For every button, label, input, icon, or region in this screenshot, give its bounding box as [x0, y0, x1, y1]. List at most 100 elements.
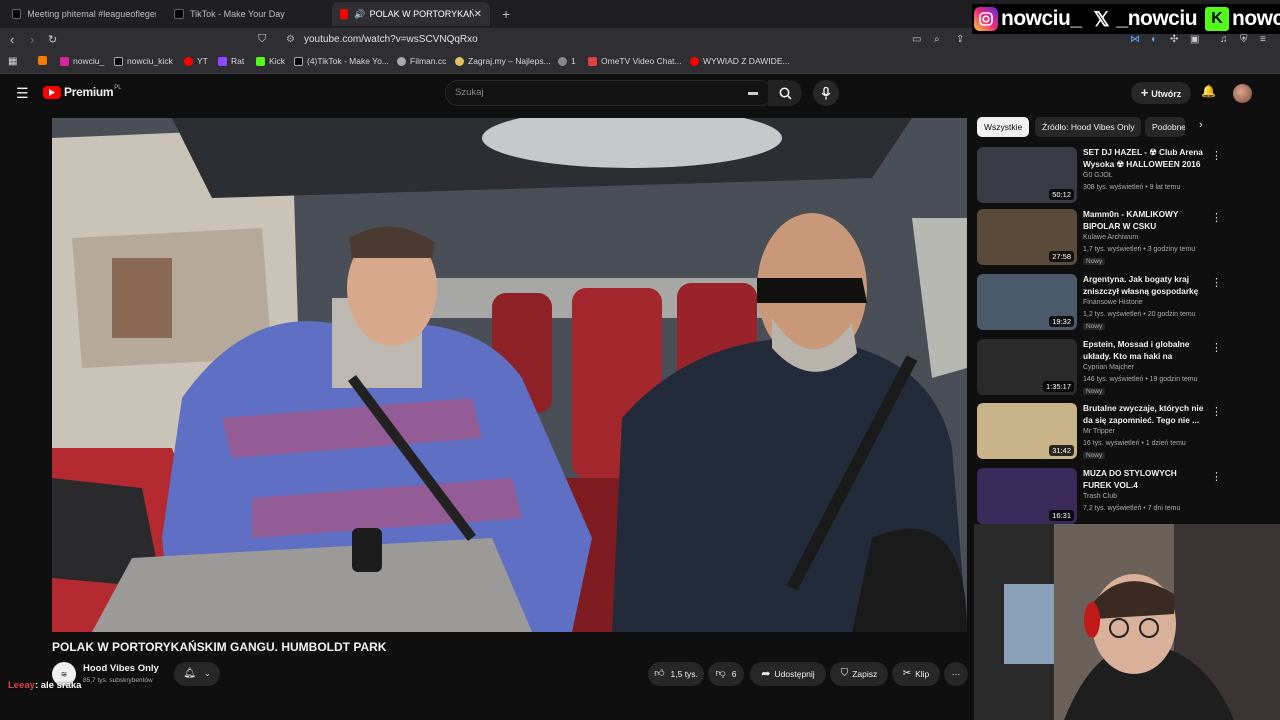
search-button[interactable]: [768, 80, 802, 106]
kick-icon: [256, 56, 265, 66]
create-button[interactable]: + Utwórz: [1131, 82, 1191, 104]
sidebar-icon[interactable]: ▣: [1190, 34, 1199, 45]
filter-chips: Wszystkie Źródło: Hood Vibes Only Podobn…: [977, 117, 1217, 137]
share-icon[interactable]: ⇪: [956, 34, 964, 45]
more-vertical-icon[interactable]: ⋮: [1211, 405, 1222, 418]
kick-icon: K: [1205, 7, 1230, 31]
recommended-channel: Kulawe Archiwum: [1083, 234, 1139, 241]
bookmark-zagraj[interactable]: Zagraj.my – Najleps...: [455, 56, 551, 66]
youtube-icon: [340, 9, 349, 19]
channel-name[interactable]: Hood Vibes Only: [83, 663, 159, 674]
cast-icon[interactable]: ▭: [912, 34, 921, 45]
address-bar[interactable]: ⚙ youtube.com/watch?v=wsSCVNQqRxo: [280, 30, 1000, 50]
forward-icon[interactable]: ›: [30, 32, 34, 47]
more-vertical-icon[interactable]: ⋮: [1211, 211, 1222, 224]
dislike-button[interactable]: 👎︎ 6: [708, 662, 744, 686]
tab-tiktok-meeting[interactable]: Meeting phitemal #leagueoflegends: [4, 2, 164, 26]
video-thumbnail[interactable]: 31:42: [977, 403, 1077, 459]
recommended-meta: 308 tys. wyświetleń • 9 lat temu: [1083, 184, 1181, 191]
shield-icon[interactable]: ⛨: [1240, 34, 1248, 45]
recommended-channel: Finansowe Historie: [1083, 299, 1143, 306]
filman-icon: [397, 56, 406, 66]
keyboard-icon[interactable]: ▬: [748, 81, 758, 105]
recommended-video[interactable]: 1:35:17 Epstein, Mossad i globalne układy…: [977, 339, 1222, 397]
apps-grid-icon[interactable]: ▦: [8, 56, 17, 67]
new-tab-button[interactable]: +: [494, 2, 516, 26]
duration-badge: 31:42: [1049, 445, 1074, 456]
audio-icon[interactable]: ◖: [1150, 34, 1156, 45]
menu-icon[interactable]: ≡: [1260, 34, 1266, 45]
recommended-meta: 146 tys. wyświetleń • 19 godzin temu: [1083, 376, 1198, 383]
streamer-webcam: [974, 524, 1280, 720]
scissors-icon: ✂: [902, 668, 912, 679]
recommended-video[interactable]: 50:12 SET DJ HAZEL - ☢ Club Arena Wysoka …: [977, 147, 1222, 205]
youtube-icon: [690, 56, 699, 66]
subscribed-notifications-button[interactable]: 🔔︎ ⌄: [174, 662, 220, 686]
chip-related[interactable]: Podobne: [1145, 117, 1185, 137]
recommended-video[interactable]: 27:58 Mamm0n - KAMLIKOWY BIPOLAR W CSKU Ku…: [977, 209, 1222, 267]
recommended-video[interactable]: 31:42 Brutalne zwyczaje, których nie da s…: [977, 403, 1222, 461]
video-thumbnail[interactable]: 1:35:17: [977, 339, 1077, 395]
bookmark-icon[interactable]: ⛉: [258, 33, 266, 46]
search-input[interactable]: Szukaj ▬: [445, 80, 773, 106]
reload-icon[interactable]: ↻: [48, 33, 57, 46]
extensions-icon[interactable]: ✣: [1170, 34, 1178, 45]
chip-source-channel[interactable]: Źródło: Hood Vibes Only: [1035, 117, 1142, 137]
bookmark-one[interactable]: 1: [558, 56, 576, 66]
chat-username: Leeay: [8, 680, 35, 691]
bookmark-rss[interactable]: [38, 56, 51, 65]
bookmark-rat[interactable]: Rat: [218, 56, 244, 66]
chip-all[interactable]: Wszystkie: [977, 117, 1030, 137]
duration-badge: 1:35:17: [1042, 381, 1074, 392]
bookmark-ometv[interactable]: OmeTV Video Chat...: [588, 56, 682, 66]
bookmark-nowciu[interactable]: nowciu_: [60, 56, 104, 66]
tab-youtube-active[interactable]: 🔊 POLAK W PORTORYKAŃSKIM ✕: [332, 2, 490, 26]
like-button[interactable]: 👍︎ 1,5 tys.: [648, 662, 704, 686]
extension-icon[interactable]: ⋈: [1130, 34, 1140, 45]
video-thumbnail[interactable]: 27:58: [977, 209, 1077, 265]
save-button[interactable]: ⛉ Zapisz: [830, 662, 888, 686]
recommended-channel: Cyprian Majcher: [1083, 364, 1134, 371]
recommended-video[interactable]: 19:32 Argentyna. Jak bogaty kraj zniszczy…: [977, 274, 1222, 332]
bookmark-filman[interactable]: Filman.cc: [397, 56, 446, 66]
instagram-icon: [974, 7, 998, 31]
more-vertical-icon[interactable]: ⋮: [1211, 149, 1222, 162]
youtube-icon: [184, 56, 193, 66]
thumbs-up-icon: 👍︎: [654, 668, 665, 679]
site-settings-icon[interactable]: ⚙: [286, 30, 295, 50]
person-icon: [455, 56, 464, 66]
share-button[interactable]: ➦ Udostępnij: [750, 662, 826, 686]
more-vertical-icon[interactable]: ⋮: [1211, 276, 1222, 289]
close-tab-icon[interactable]: ✕: [474, 9, 482, 20]
new-badge: Nowy: [1083, 452, 1106, 459]
recommended-meta: 7,2 tys. wyświetleń • 7 dni temu: [1083, 505, 1181, 512]
bookmark-wywiad[interactable]: WYWIAD Z DAWIDE...: [690, 56, 790, 66]
music-icon[interactable]: ♫: [1220, 34, 1228, 45]
more-actions-button[interactable]: ⋯: [944, 662, 968, 686]
tab-tiktok[interactable]: TikTok - Make Your Day: [166, 2, 328, 26]
more-vertical-icon[interactable]: ⋮: [1211, 341, 1222, 354]
hamburger-menu-icon[interactable]: ☰: [16, 85, 29, 102]
social-kick: K nowciu: [1205, 7, 1280, 31]
video-thumbnail[interactable]: 16:31: [977, 468, 1077, 524]
globe-icon: [558, 56, 567, 66]
video-thumbnail[interactable]: 19:32: [977, 274, 1077, 330]
chevron-right-icon[interactable]: ›: [1199, 119, 1203, 131]
avatar[interactable]: [1233, 84, 1252, 103]
zoom-icon[interactable]: ⌕: [934, 34, 940, 45]
bookmark-yt[interactable]: YT: [184, 56, 208, 66]
recommended-video[interactable]: 16:31 MUZA DO STYLOWYCH FUREK VOL.4 Trash …: [977, 468, 1222, 526]
video-player[interactable]: [52, 118, 967, 632]
notifications-bell-icon[interactable]: 🔔: [1201, 84, 1216, 98]
tiktok-icon: [174, 9, 184, 19]
video-thumbnail[interactable]: 50:12: [977, 147, 1077, 203]
back-icon[interactable]: ‹: [10, 32, 14, 47]
youtube-logo[interactable]: Premium PL: [43, 85, 122, 99]
bookmark-kick[interactable]: Kick: [256, 56, 285, 66]
bookmark-nowciu-kick[interactable]: nowciu_kick: [114, 56, 173, 66]
bookmark-tiktok[interactable]: (4)TikTok - Make Yo...: [294, 56, 389, 66]
voice-search-button[interactable]: [813, 80, 839, 106]
clip-button[interactable]: ✂ Klip: [892, 662, 940, 686]
more-vertical-icon[interactable]: ⋮: [1211, 470, 1222, 483]
recommended-meta: 1,7 tys. wyświetleń • 3 godziny temu: [1083, 246, 1196, 253]
